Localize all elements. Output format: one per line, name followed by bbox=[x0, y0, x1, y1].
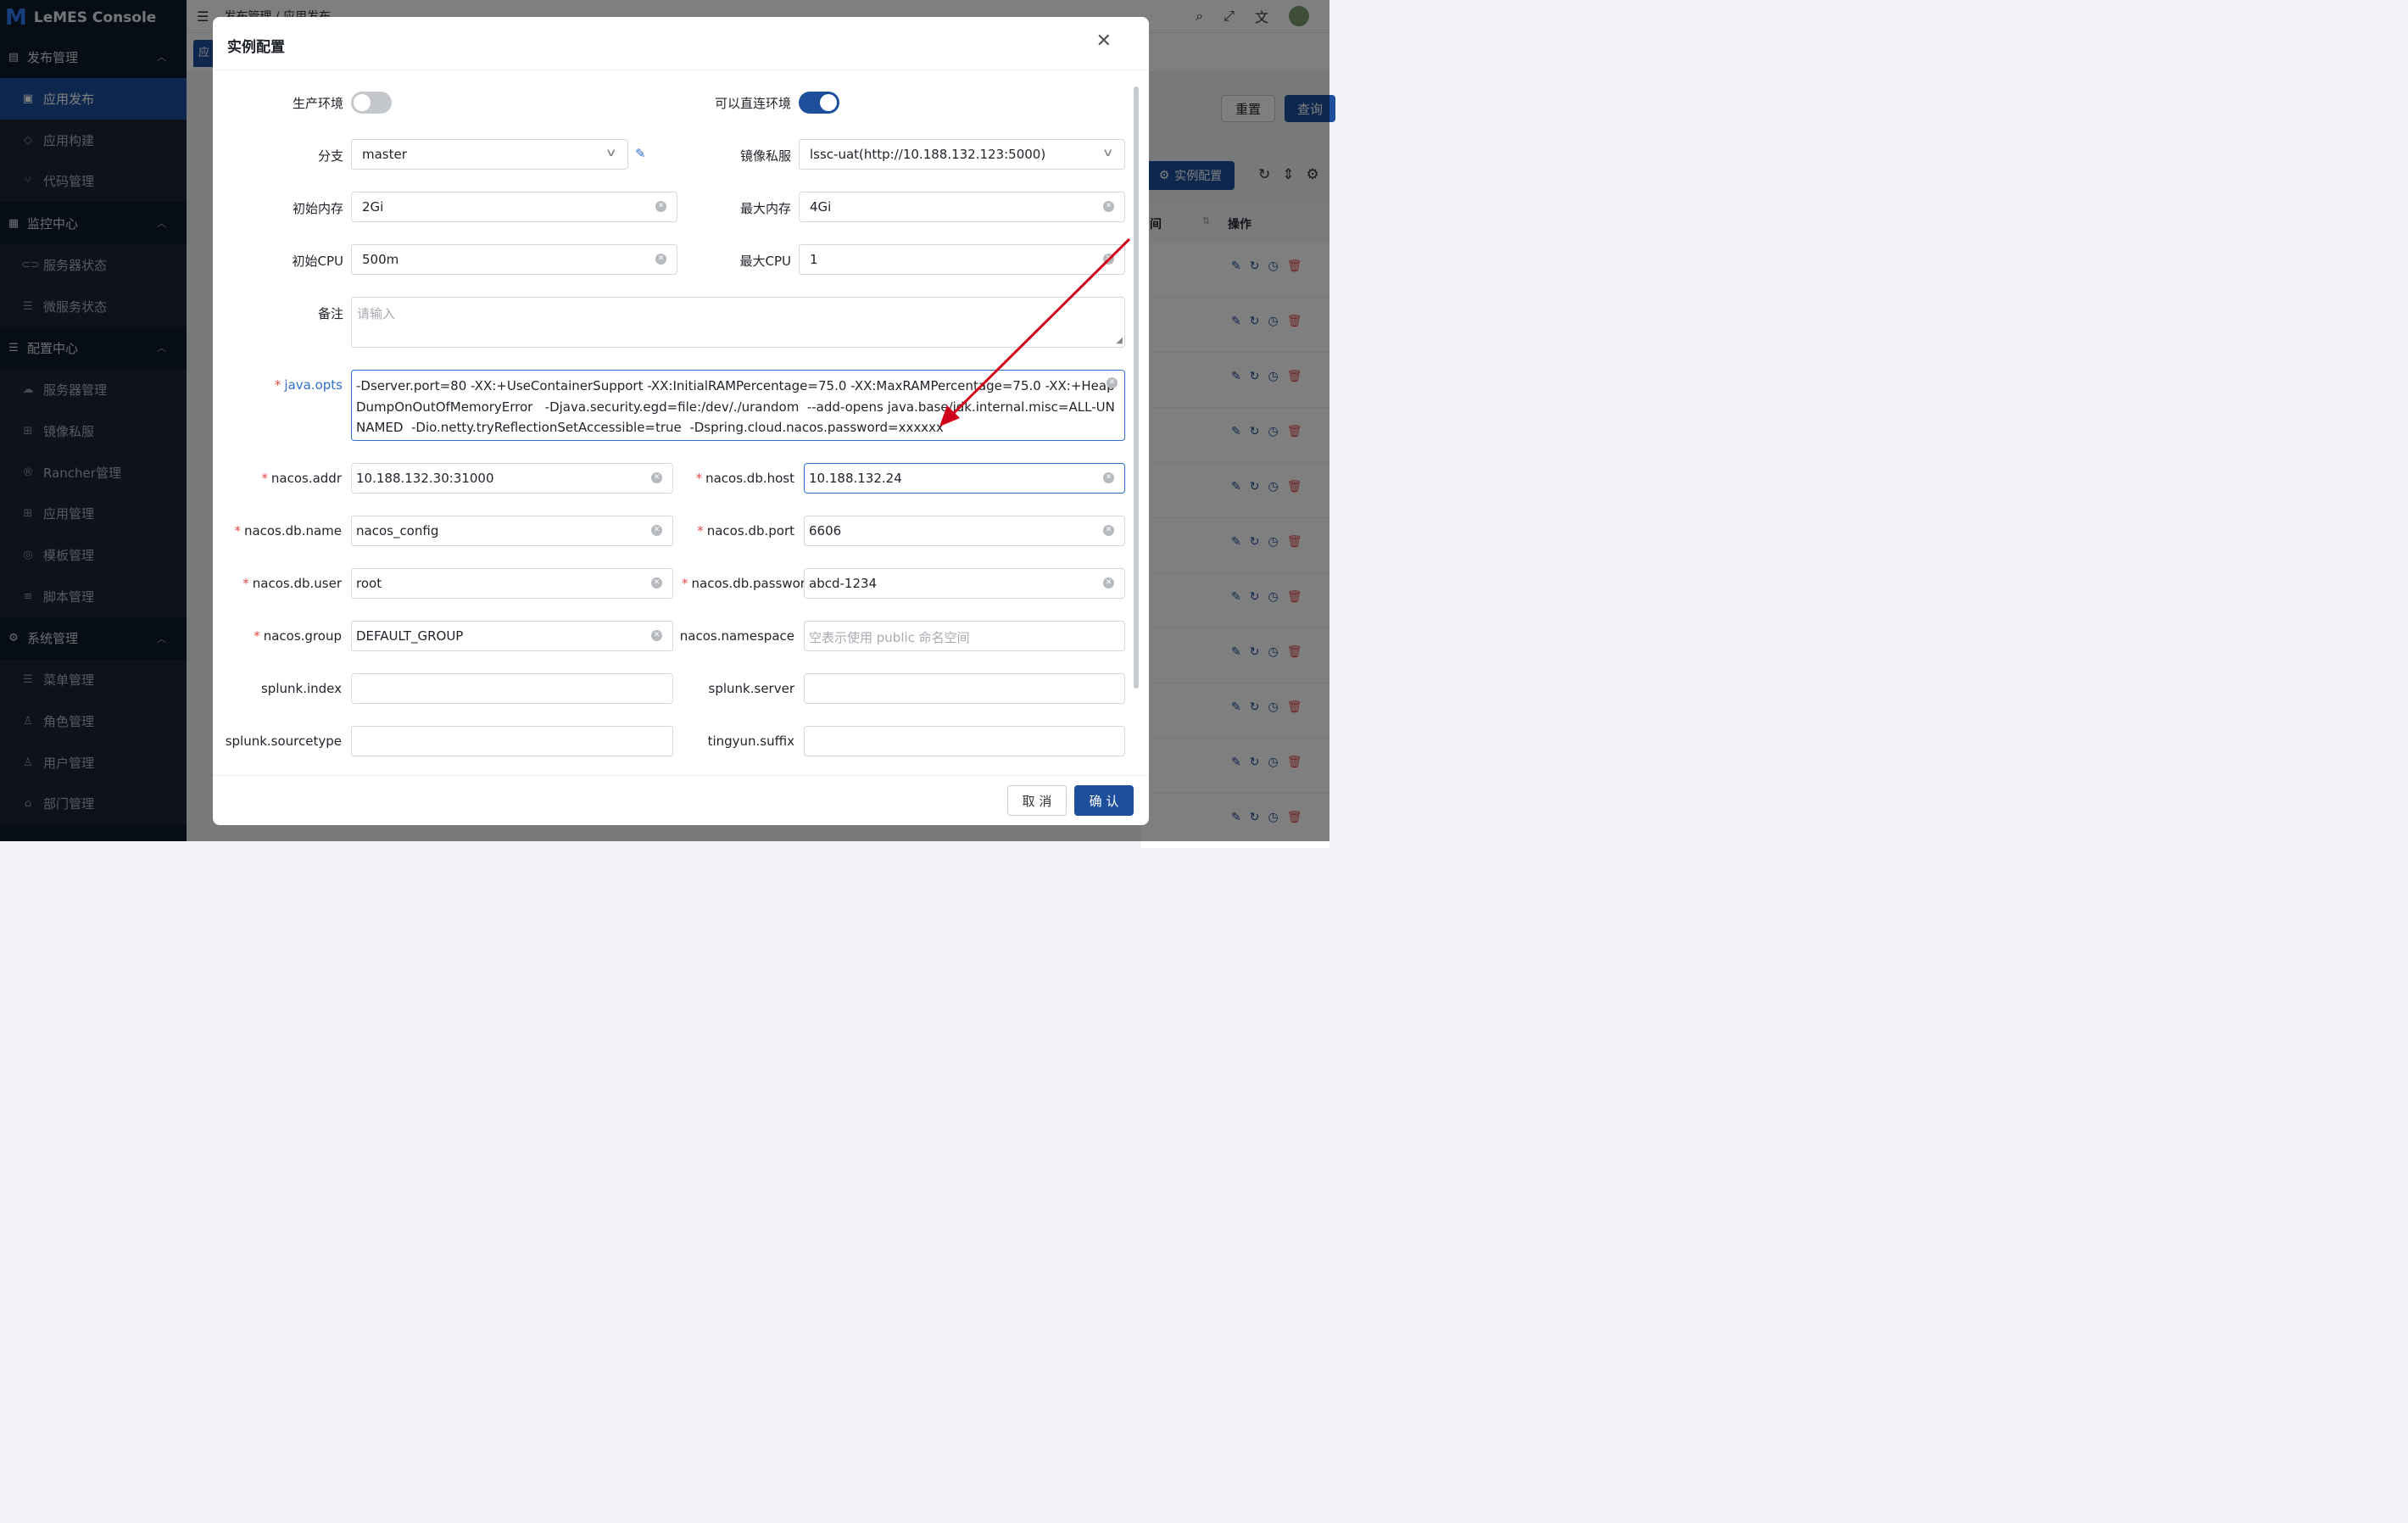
registry-label: 镜像私服 bbox=[739, 148, 791, 164]
java-opts-label: * java.opts bbox=[274, 377, 343, 393]
registry-select[interactable]: lssc-uat(http://10.188.132.123:5000) ∨ bbox=[799, 139, 1125, 170]
nacos-db-password-value: abcd-1234 bbox=[809, 576, 878, 591]
direct-env-switch[interactable] bbox=[799, 92, 839, 114]
branch-select[interactable]: master ∨ bbox=[351, 139, 628, 170]
tingyun-suffix-label: tingyun.suffix bbox=[707, 734, 794, 749]
java-opts-value: -Dserver.port=80 -XX:+UseContainerSuppor… bbox=[356, 378, 1115, 435]
splunk-server-label: splunk.server bbox=[708, 681, 794, 696]
clear-icon[interactable]: ✕ bbox=[1103, 577, 1114, 589]
clear-icon[interactable]: ✕ bbox=[651, 630, 662, 641]
prod-env-label: 生产环境 bbox=[292, 96, 343, 111]
registry-value: lssc-uat(http://10.188.132.123:5000) bbox=[810, 147, 1046, 162]
init-cpu-label: 初始CPU bbox=[292, 254, 344, 269]
nacos-namespace-label: nacos.namespace bbox=[679, 628, 794, 644]
dialog-body: 生产环境 可以直连环境 分支 master ∨ ✎ 镜像私服 lssc-uat(… bbox=[213, 70, 1149, 775]
clear-icon[interactable]: ✕ bbox=[651, 577, 662, 589]
nacos-db-host-label: * nacos.db.host bbox=[695, 471, 794, 486]
dialog-title: 实例配置 bbox=[227, 39, 285, 56]
splunk-sourcetype-input[interactable] bbox=[351, 726, 673, 756]
max-cpu-input[interactable]: 1 ✕ bbox=[799, 244, 1125, 275]
nacos-namespace-placeholder: 空表示使用 public 命名空间 bbox=[809, 630, 970, 645]
nacos-group-value: DEFAULT_GROUP bbox=[356, 628, 464, 644]
splunk-sourcetype-label: splunk.sourcetype bbox=[225, 734, 342, 749]
nacos-namespace-input[interactable]: 空表示使用 public 命名空间 bbox=[804, 621, 1125, 651]
splunk-index-label: splunk.index bbox=[260, 681, 342, 696]
nacos-addr-label-text: nacos.addr bbox=[270, 471, 342, 486]
nacos-db-port-input[interactable]: 6606 ✕ bbox=[804, 516, 1125, 546]
nacos-db-port-label-text: nacos.db.port bbox=[706, 523, 794, 538]
tingyun-suffix-input[interactable] bbox=[804, 726, 1125, 756]
nacos-addr-label: * nacos.addr bbox=[261, 471, 342, 486]
init-mem-value: 2Gi bbox=[362, 199, 384, 215]
nacos-db-name-label: * nacos.db.name bbox=[234, 523, 342, 538]
nacos-db-user-label-text: nacos.db.user bbox=[252, 576, 342, 591]
init-mem-input[interactable]: 2Gi ✕ bbox=[351, 192, 677, 222]
remark-placeholder: 请输入 bbox=[357, 306, 396, 321]
clear-icon[interactable]: ✕ bbox=[1106, 377, 1118, 388]
nacos-db-name-value: nacos_config bbox=[356, 523, 439, 538]
clear-icon[interactable]: ✕ bbox=[651, 525, 662, 536]
splunk-server-input[interactable] bbox=[804, 673, 1125, 704]
nacos-db-name-label-text: nacos.db.name bbox=[243, 523, 342, 538]
chevron-down-icon: ∨ bbox=[605, 147, 618, 159]
nacos-db-password-input[interactable]: abcd-1234 ✕ bbox=[804, 568, 1125, 599]
init-cpu-input[interactable]: 500m ✕ bbox=[351, 244, 677, 275]
close-icon[interactable]: ✕ bbox=[1096, 31, 1112, 52]
nacos-db-host-label-text: nacos.db.host bbox=[705, 471, 794, 486]
nacos-db-password-label: * nacos.db.passwor bbox=[682, 576, 804, 591]
java-opts-textarea[interactable]: -Dserver.port=80 -XX:+UseContainerSuppor… bbox=[351, 370, 1125, 441]
scrollbar[interactable] bbox=[1134, 86, 1139, 689]
nacos-group-label-text: nacos.group bbox=[263, 628, 342, 644]
max-cpu-label: 最大CPU bbox=[739, 254, 792, 269]
nacos-addr-value: 10.188.132.30:31000 bbox=[356, 471, 494, 486]
direct-env-label: 可以直连环境 bbox=[714, 96, 791, 111]
dialog-header: 实例配置 ✕ bbox=[213, 17, 1149, 70]
instance-config-dialog: 实例配置 ✕ 生产环境 可以直连环境 分支 master ∨ ✎ 镜像私服 ls… bbox=[213, 17, 1149, 825]
nacos-addr-input[interactable]: 10.188.132.30:31000 ✕ bbox=[351, 463, 673, 494]
clear-icon[interactable]: ✕ bbox=[1103, 254, 1114, 265]
clear-icon[interactable]: ✕ bbox=[1103, 525, 1114, 536]
nacos-db-name-input[interactable]: nacos_config ✕ bbox=[351, 516, 673, 546]
clear-icon[interactable]: ✕ bbox=[1103, 201, 1114, 212]
clear-icon[interactable]: ✕ bbox=[1103, 472, 1114, 483]
prod-env-switch[interactable] bbox=[351, 92, 392, 114]
clear-icon[interactable]: ✕ bbox=[655, 201, 666, 212]
clear-icon[interactable]: ✕ bbox=[655, 254, 666, 265]
init-mem-label: 初始内存 bbox=[292, 201, 343, 216]
confirm-button[interactable]: 确 认 bbox=[1074, 785, 1134, 816]
max-mem-label: 最大内存 bbox=[739, 201, 791, 216]
nacos-db-user-label: * nacos.db.user bbox=[242, 576, 342, 591]
max-mem-input[interactable]: 4Gi ✕ bbox=[799, 192, 1125, 222]
nacos-db-user-value: root bbox=[356, 576, 382, 591]
max-mem-value: 4Gi bbox=[810, 199, 832, 215]
clear-icon[interactable]: ✕ bbox=[651, 472, 662, 483]
chevron-down-icon: ∨ bbox=[1102, 147, 1115, 159]
branch-value: master bbox=[362, 147, 407, 162]
init-cpu-value: 500m bbox=[362, 252, 399, 267]
nacos-db-user-input[interactable]: root ✕ bbox=[351, 568, 673, 599]
cancel-button[interactable]: 取 消 bbox=[1007, 785, 1067, 816]
remark-label: 备注 bbox=[317, 306, 343, 321]
branch-label: 分支 bbox=[317, 148, 343, 164]
max-cpu-value: 1 bbox=[810, 252, 818, 267]
splunk-index-input[interactable] bbox=[351, 673, 673, 704]
nacos-db-host-input[interactable]: 10.188.132.24 ✕ bbox=[804, 463, 1125, 494]
edit-branch-icon[interactable]: ✎ bbox=[635, 146, 646, 161]
nacos-db-password-label-text: nacos.db.passwor bbox=[691, 576, 805, 591]
java-opts-label-text: java.opts bbox=[284, 377, 343, 393]
resize-handle-icon[interactable]: ◢ bbox=[1116, 336, 1123, 345]
nacos-db-port-value: 6606 bbox=[809, 523, 842, 538]
nacos-group-label: * nacos.group bbox=[254, 628, 342, 644]
nacos-db-port-label: * nacos.db.port bbox=[697, 523, 794, 538]
nacos-db-host-value: 10.188.132.24 bbox=[809, 471, 902, 486]
remark-textarea[interactable]: 请输入 ◢ bbox=[351, 297, 1125, 348]
nacos-group-input[interactable]: DEFAULT_GROUP ✕ bbox=[351, 621, 673, 651]
